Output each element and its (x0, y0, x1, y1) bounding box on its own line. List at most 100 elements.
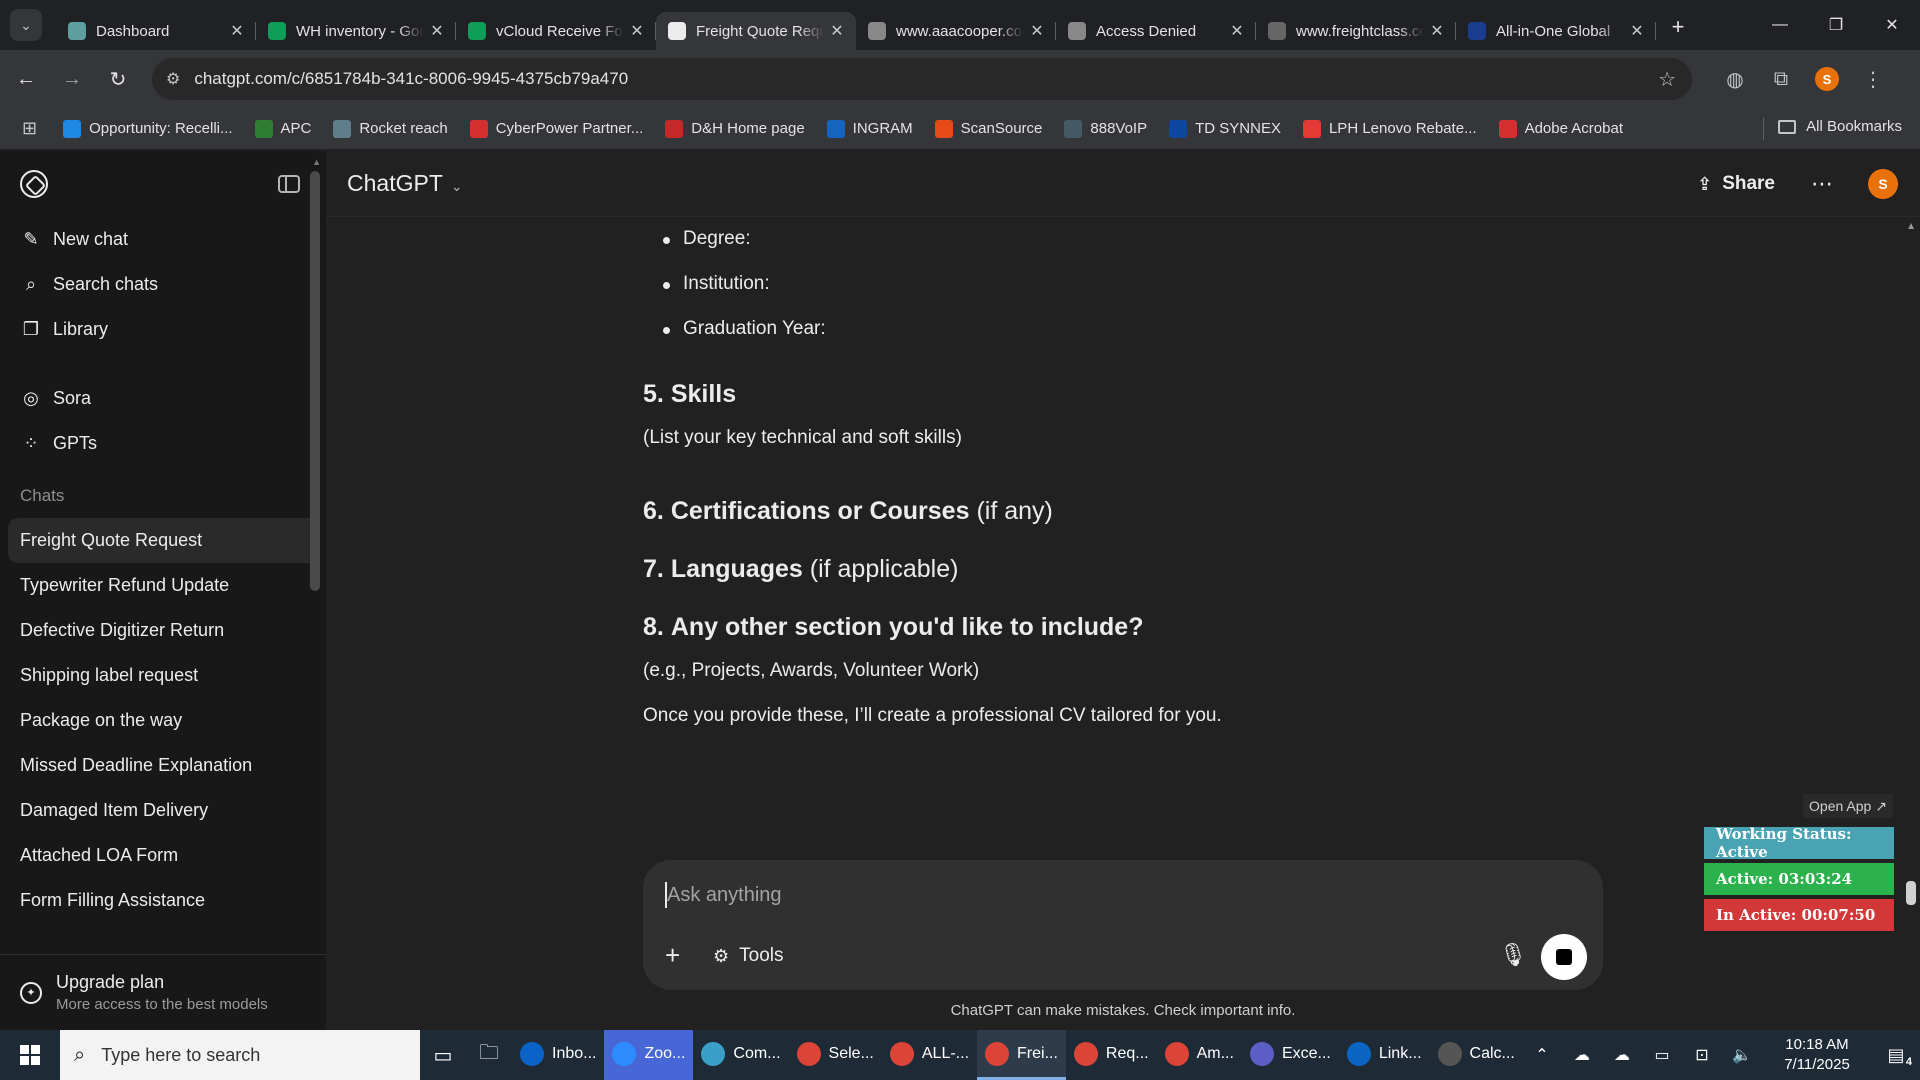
scroll-up-arrow-icon[interactable]: ▲ (312, 157, 321, 167)
new-tab-button[interactable]: + (1662, 11, 1694, 43)
close-tab-icon[interactable]: ✕ (1628, 21, 1646, 41)
taskbar-app-button[interactable]: Am... (1157, 1030, 1242, 1080)
chrome-icon (889, 1041, 914, 1066)
chat-history-item[interactable]: Typewriter Refund Update (8, 563, 318, 608)
user-avatar[interactable]: S (1868, 169, 1898, 199)
close-window-button[interactable]: ✕ (1864, 0, 1920, 50)
browser-tab[interactable]: WH inventory - Google Sheets✕ (256, 12, 456, 50)
taskbar-app-button[interactable]: Sele... (789, 1030, 882, 1080)
translate-globe-icon[interactable]: ◍ (1712, 67, 1758, 92)
taskbar-app-button[interactable]: Req... (1066, 1030, 1157, 1080)
network-icon[interactable]: ⊡ (1682, 1045, 1722, 1065)
taskbar-app-button[interactable]: ALL-... (882, 1030, 977, 1080)
restore-button[interactable]: ❐ (1808, 0, 1864, 50)
close-tab-icon[interactable]: ✕ (228, 21, 246, 41)
battery-icon[interactable]: ▭ (1642, 1045, 1682, 1065)
taskbar-app-button[interactable]: Zoo... (604, 1030, 694, 1080)
openai-logo-icon[interactable] (20, 170, 48, 198)
back-button[interactable]: ← (6, 59, 46, 99)
browser-tab[interactable]: vCloud Receive Form✕ (456, 12, 656, 50)
start-button[interactable] (0, 1030, 60, 1080)
bookmark-star-icon[interactable]: ☆ (1658, 67, 1676, 92)
sidebar-item-sora[interactable]: ◎ Sora (0, 376, 326, 421)
bookmark-item[interactable]: Rocket reach (333, 119, 448, 138)
all-bookmarks-button[interactable]: All Bookmarks (1778, 118, 1902, 135)
taskbar-search-box[interactable]: ⌕ Type here to search (60, 1030, 420, 1080)
prompt-input[interactable]: Ask anything (667, 884, 782, 907)
show-hidden-icons-icon[interactable]: ⌃ (1522, 1045, 1562, 1065)
browser-tab[interactable]: www.aaacooper.com ✕ (856, 12, 1056, 50)
scroll-up-arrow-icon[interactable]: ▲ (1906, 221, 1916, 232)
taskbar-app-button[interactable]: Link... (1339, 1030, 1430, 1080)
browser-tab[interactable]: Freight Quote Request✕ (656, 12, 856, 50)
close-tab-icon[interactable]: ✕ (628, 21, 646, 41)
bookmark-item[interactable]: CyberPower Partner... (469, 119, 643, 138)
add-attachment-button[interactable]: + (665, 940, 680, 971)
profile-button[interactable]: S (1804, 67, 1850, 92)
upgrade-plan-button[interactable]: ✦ Upgrade plan More access to the best m… (0, 954, 326, 1030)
bookmark-item[interactable]: APC (254, 119, 311, 138)
apps-grid-icon[interactable]: ⊞ (22, 118, 37, 139)
chat-history-item[interactable]: Missed Deadline Explanation (8, 743, 318, 788)
bookmark-item[interactable]: TD SYNNEX (1169, 119, 1281, 138)
volume-icon[interactable]: 🔈 (1722, 1045, 1762, 1065)
sidebar-item-gpts[interactable]: ⁘ GPTs (0, 421, 326, 466)
extensions-icon[interactable]: ⧉ (1758, 68, 1804, 91)
close-tab-icon[interactable]: ✕ (1228, 21, 1246, 41)
bookmark-item[interactable]: Adobe Acrobat (1498, 119, 1623, 138)
forward-button[interactable]: → (52, 59, 92, 99)
chat-scrollbar-thumb[interactable] (1906, 881, 1916, 905)
onedrive-icon[interactable]: ☁ (1562, 1045, 1602, 1065)
browser-tab[interactable]: www.freightclass.com✕ (1256, 12, 1456, 50)
chat-history-item[interactable]: Shipping label request (8, 653, 318, 698)
taskbar-app-button[interactable]: Inbo... (512, 1030, 604, 1080)
taskbar-app-button[interactable]: Com... (693, 1030, 788, 1080)
bookmark-item[interactable]: LPH Lenovo Rebate... (1302, 119, 1477, 138)
browser-tab[interactable]: Access Denied ✕ (1056, 12, 1256, 50)
microphone-icon[interactable]: 🎙 (1499, 942, 1527, 968)
stop-generating-button[interactable] (1541, 934, 1587, 980)
browser-menu-icon[interactable]: ⋮ (1850, 67, 1896, 92)
onedrive-business-icon[interactable]: ☁ (1602, 1045, 1642, 1065)
sidebar-scrollbar[interactable] (310, 171, 320, 591)
notification-center-icon[interactable]: ▤ 4 (1872, 1045, 1920, 1068)
file-explorer-icon[interactable]: 🗀 (466, 1038, 512, 1072)
bookmark-item[interactable]: Opportunity: Recelli... (63, 119, 233, 138)
open-app-button[interactable]: Open App ↗ (1803, 794, 1893, 818)
chat-history-item[interactable]: Package on the way (8, 698, 318, 743)
sidebar-item-search-chats[interactable]: ⌕ Search chats (0, 262, 326, 307)
tab-search-button[interactable]: ⌄ (10, 9, 42, 41)
chat-history-item[interactable]: Attached LOA Form (8, 833, 318, 878)
close-tab-icon[interactable]: ✕ (1028, 21, 1046, 41)
clock[interactable]: 10:18 AM 7/11/2025 (1762, 1035, 1872, 1076)
tools-button[interactable]: ⚙ Tools (713, 945, 784, 967)
share-button[interactable]: ⇪ Share (1697, 173, 1775, 195)
bookmark-item[interactable]: D&H Home page (665, 119, 805, 138)
more-options-icon[interactable]: ⋯ (1811, 171, 1834, 197)
chat-history-item[interactable]: Damaged Item Delivery (8, 788, 318, 833)
site-settings-icon[interactable]: ⚙ (166, 69, 180, 89)
reload-button[interactable]: ↻ (98, 59, 138, 99)
close-tab-icon[interactable]: ✕ (428, 21, 446, 41)
close-tab-icon[interactable]: ✕ (828, 21, 846, 41)
address-bar[interactable]: ⚙ chatgpt.com/c/6851784b-341c-8006-9945-… (152, 58, 1692, 100)
chat-history-item[interactable]: Form Filling Assistance (8, 878, 318, 923)
bookmark-item[interactable]: INGRAM (826, 119, 913, 138)
taskbar-app-button[interactable]: Exce... (1242, 1030, 1339, 1080)
bookmark-item[interactable]: 888VoIP (1064, 119, 1147, 138)
bookmark-label: TD SYNNEX (1195, 120, 1281, 137)
chat-history-item[interactable]: Defective Digitizer Return (8, 608, 318, 653)
browser-tab[interactable]: All-in-One Global ✕ (1456, 12, 1656, 50)
chat-history-item[interactable]: Freight Quote Request (8, 518, 318, 563)
bookmark-item[interactable]: ScanSource (934, 119, 1042, 138)
taskbar-app-button[interactable]: Calc... (1430, 1030, 1523, 1080)
model-selector[interactable]: ChatGPT ⌄ (347, 170, 463, 197)
close-tab-icon[interactable]: ✕ (1428, 21, 1446, 41)
sidebar-item-new-chat[interactable]: ✎ New chat (0, 217, 326, 262)
browser-tab[interactable]: Dashboard ✕ (56, 12, 256, 50)
taskbar-app-button[interactable]: Frei... (977, 1030, 1066, 1080)
minimize-button[interactable]: — (1752, 0, 1808, 50)
close-sidebar-icon[interactable] (278, 175, 300, 193)
task-view-icon[interactable]: ▭ (420, 1043, 466, 1068)
sidebar-item-library[interactable]: ❐ Library (0, 307, 326, 352)
